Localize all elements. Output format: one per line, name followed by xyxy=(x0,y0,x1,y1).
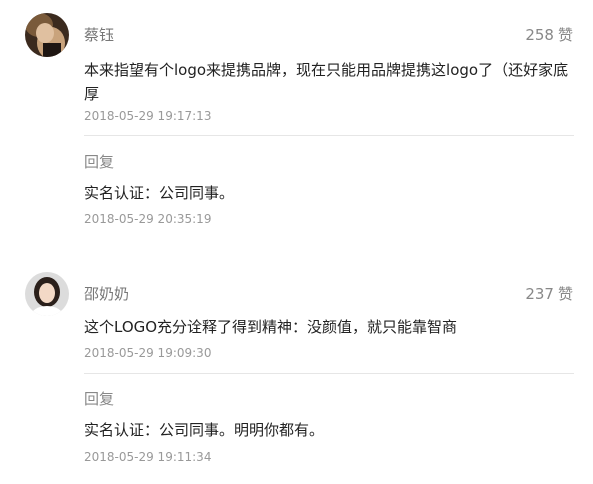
reply-timestamp: 2018-05-29 19:11:34 xyxy=(84,450,212,464)
avatar[interactable] xyxy=(25,272,69,316)
like-count: 237 xyxy=(525,285,554,303)
username[interactable]: 邵奶奶 xyxy=(84,284,129,304)
comment-timestamp: 2018-05-29 19:09:30 xyxy=(84,346,212,360)
like-button[interactable]: 237 赞 xyxy=(525,284,573,304)
comment-item: 邵奶奶 237 赞 这个LOGO充分诠释了得到精神：没颜值，就只能靠智商 2018… xyxy=(0,0,593,484)
reply-label: 回复 xyxy=(84,390,115,408)
comment-text: 这个LOGO充分诠释了得到精神：没颜值，就只能靠智商 xyxy=(84,318,458,336)
reply-text: 实名认证：公司同事。明明你都有。 xyxy=(84,421,325,439)
user-avatar-image xyxy=(25,272,69,316)
divider xyxy=(84,373,574,374)
like-label: 赞 xyxy=(557,285,573,303)
